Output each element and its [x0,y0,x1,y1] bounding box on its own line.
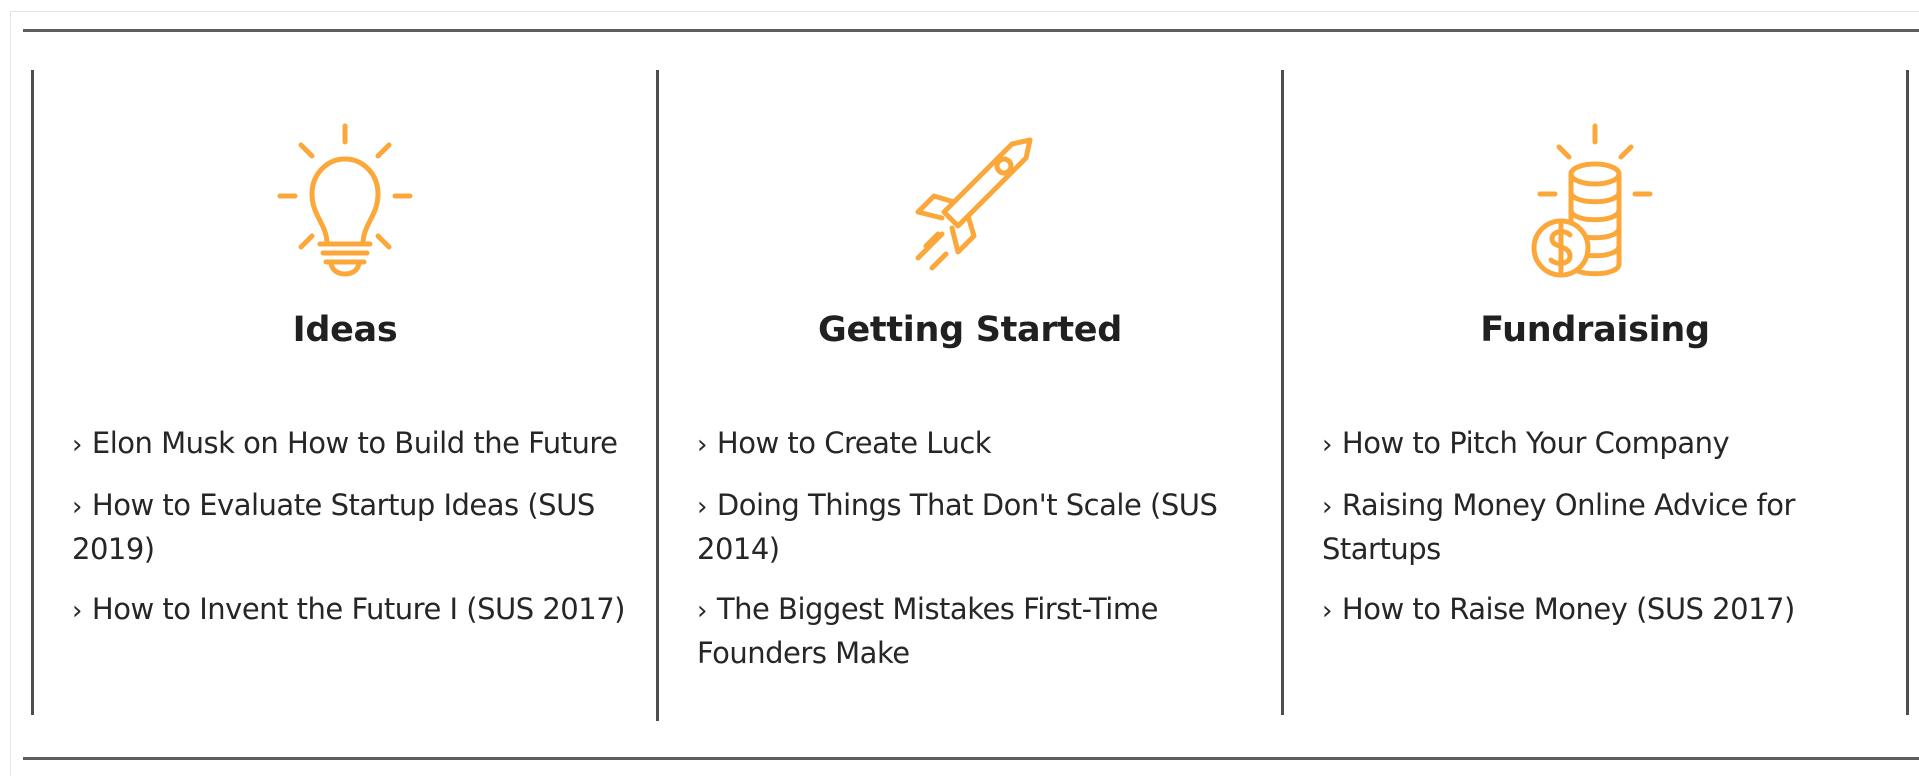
frame-border-top [10,11,1919,12]
article-link[interactable]: › How to Pitch Your Company [1322,422,1893,466]
top-divider [23,29,1919,32]
rocket-icon [915,137,1033,271]
category-ideas: Ideas › Elon Musk on How to Build the Fut… [27,70,663,710]
coins-dollar-icon [1531,123,1653,278]
article-link[interactable]: › The Biggest Mistakes First-Time Founder… [697,588,1268,674]
chevron-right-icon: › [1322,430,1332,460]
chevron-right-icon: › [72,492,82,522]
category-fundraising: Fundraising › How to Pitch Your Company ›… [1277,70,1913,710]
chevron-right-icon: › [72,596,82,626]
article-link[interactable]: › How to Invent the Future I (SUS 2017) [72,588,643,632]
chevron-right-icon: › [697,430,707,460]
chevron-right-icon: › [1322,492,1332,522]
frame-border-left [10,11,11,776]
category-getting-started: Getting Started › How to Create Luck › Doi… [652,70,1288,710]
category-title: Ideas [292,310,398,350]
chevron-right-icon: › [697,596,707,626]
article-link[interactable]: › How to Evaluate Startup Ideas (SUS 2019… [72,484,643,570]
article-link[interactable]: › Doing Things That Don't Scale (SUS 2014… [697,484,1268,570]
chevron-right-icon: › [697,492,707,522]
chevron-right-icon: › [1322,596,1332,626]
category-title: Fundraising [1480,310,1710,350]
article-link[interactable]: › How to Raise Money (SUS 2017) [1322,588,1893,632]
article-link[interactable]: › Elon Musk on How to Build the Future [72,422,643,466]
bottom-divider [23,757,1919,760]
article-link[interactable]: › Raising Money Online Advice for Startup… [1322,484,1893,570]
category-title: Getting Started [818,310,1122,350]
chevron-right-icon: › [72,430,82,460]
lightbulb-icon [277,123,413,277]
article-link[interactable]: › How to Create Luck [697,422,1268,466]
